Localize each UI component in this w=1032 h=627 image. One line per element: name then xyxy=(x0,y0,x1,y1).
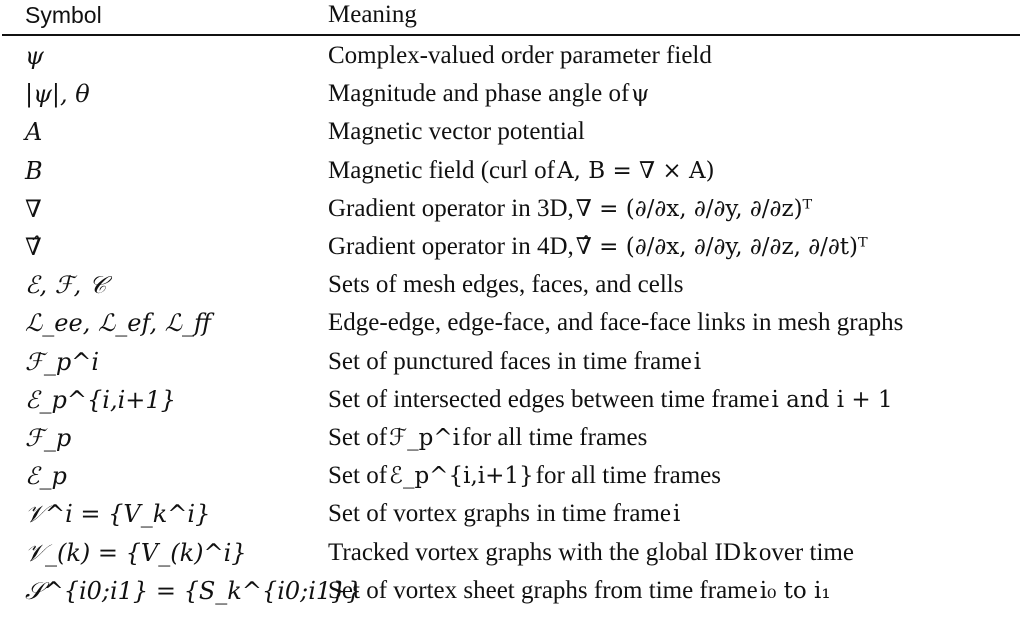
meaning-text: Gradient operator in 3D, xyxy=(328,194,574,222)
table-row: B Magnetic field (curl of A, B = ∇ × A) xyxy=(0,152,1032,190)
meaning-text: Complex-valued order parameter field xyxy=(328,42,712,69)
row-meaning: Set of vortex sheet graphs from time fra… xyxy=(328,572,833,610)
row-meaning: Sets of mesh edges, faces, and cells xyxy=(328,266,683,304)
meaning-text: Gradient operator in 4D, xyxy=(328,233,574,260)
meaning-math: ℰ_p^{i,i+1} xyxy=(389,463,534,490)
meaning-math: A, B = ∇ × A) xyxy=(557,157,715,184)
meaning-text: Sets of mesh edges, faces, and cells xyxy=(328,271,684,299)
row-symbol: 𝒱_(k) = {V_(k)^i} xyxy=(25,538,247,567)
header-meaning: Meaning xyxy=(328,1,417,28)
row-meaning: Set of ℰ_p^{i,i+1} for all time frames xyxy=(328,457,721,495)
row-symbol: ℒ_ee, ℒ_ef, ℒ_ff xyxy=(25,309,212,338)
meaning-text: Set of vortex sheet graphs from time fra… xyxy=(328,576,758,604)
row-symbol: |ψ|, θ xyxy=(25,80,90,109)
meaning-math: ℱ_p^i xyxy=(389,425,460,451)
row-meaning: Complex-valued order parameter field xyxy=(328,37,712,75)
header-symbol: Symbol xyxy=(25,2,102,28)
table-row: 𝒮^{i0;i1} = {S_k^{i0;i1}} Set of vortex s… xyxy=(0,572,1032,610)
meaning-text: Set of punctured faces in time frame xyxy=(328,347,692,375)
meaning-math: i xyxy=(672,501,681,528)
row-meaning: Tracked vortex graphs with the global ID… xyxy=(328,534,854,572)
row-symbol: ℰ_p xyxy=(25,462,67,491)
meaning-math: i₀ to i₁ xyxy=(759,577,831,604)
row-symbol: ℰ_p^{i,i+1} xyxy=(25,385,176,414)
notation-table: Symbol Meaning ψ Complex-valued order par… xyxy=(0,0,1032,627)
table-row: 𝒱^i = {V_k^i} Set of vortex graphs in tim… xyxy=(0,495,1032,533)
row-symbol: ∇̂ xyxy=(25,233,42,261)
table-row: ℰ_p^{i,i+1} Set of intersected edges betw… xyxy=(0,381,1032,419)
row-meaning: Edge-edge, edge-face, and face-face link… xyxy=(328,304,903,342)
table-row: ∇̂ Gradient operator in 4D, ∇̂ = (∂/∂x, ∂… xyxy=(0,228,1032,266)
table-header: Symbol Meaning xyxy=(0,0,1032,34)
meaning-math: ∇̂ = (∂/∂x, ∂/∂y, ∂/∂z, ∂/∂t)ᵀ xyxy=(575,234,868,260)
table-row: ℱ_p^i Set of punctured faces in time fram… xyxy=(0,343,1032,381)
meaning-tail: for all time frames xyxy=(461,424,648,451)
meaning-math: ∇ = (∂/∂x, ∂/∂y, ∂/∂z)ᵀ xyxy=(575,195,813,222)
row-meaning: Magnetic vector potential xyxy=(328,113,585,151)
row-meaning: Magnitude and phase angle of ψ xyxy=(328,75,651,113)
row-symbol: ψ xyxy=(25,42,44,70)
meaning-text: Set of xyxy=(328,462,388,490)
row-symbol: ∇ xyxy=(25,194,42,223)
row-meaning: Set of intersected edges between time fr… xyxy=(328,381,895,419)
row-meaning: Gradient operator in 3D, ∇ = (∂/∂x, ∂/∂y… xyxy=(328,190,814,228)
row-symbol: ℱ_p xyxy=(25,424,72,452)
meaning-math: ψ xyxy=(631,81,650,108)
header-rule xyxy=(2,34,1020,36)
meaning-text: Magnetic vector potential xyxy=(328,118,585,146)
meaning-text: Magnetic field (curl of xyxy=(328,156,555,184)
meaning-text: Set of intersected edges between time fr… xyxy=(328,385,770,413)
row-symbol: ℰ, ℱ, 𝒞 xyxy=(25,271,107,300)
table-row: ℰ_p Set of ℰ_p^{i,i+1} for all time frame… xyxy=(0,457,1032,495)
table-row: 𝒱_(k) = {V_(k)^i} Tracked vortex graphs w… xyxy=(0,534,1032,572)
row-meaning: Set of punctured faces in time frame i xyxy=(328,343,703,381)
table-row: ℒ_ee, ℒ_ef, ℒ_ff Edge-edge, edge-face, an… xyxy=(0,304,1032,342)
row-symbol: A xyxy=(25,118,43,147)
meaning-math: i xyxy=(693,348,702,375)
table-row: A Magnetic vector potential xyxy=(0,113,1032,151)
meaning-text: Tracked vortex graphs with the global ID xyxy=(328,538,741,566)
meaning-text: Edge-edge, edge-face, and face-face link… xyxy=(328,309,904,337)
row-symbol: 𝒱^i = {V_k^i} xyxy=(25,500,211,529)
meaning-text: Set of vortex graphs in time frame xyxy=(328,500,671,528)
meaning-math: k xyxy=(742,539,757,566)
table-row: ∇ Gradient operator in 3D, ∇ = (∂/∂x, ∂/∂… xyxy=(0,190,1032,228)
row-meaning: Set of vortex graphs in time frame i xyxy=(328,495,682,533)
row-symbol: ℱ_p^i xyxy=(25,347,100,376)
meaning-tail: over time xyxy=(758,538,854,566)
row-meaning: Gradient operator in 4D, ∇̂ = (∂/∂x, ∂/∂… xyxy=(328,228,870,266)
row-meaning: Set of ℱ_p^i for all time frames xyxy=(328,419,647,457)
meaning-math: i and i + 1 xyxy=(771,386,893,413)
table-row: ℰ, ℱ, 𝒞 Sets of mesh edges, faces, and ce… xyxy=(0,266,1032,304)
row-meaning: Magnetic field (curl of A, B = ∇ × A) xyxy=(328,152,717,190)
meaning-tail: for all time frames xyxy=(535,462,721,490)
table-row: ℱ_p Set of ℱ_p^i for all time frames xyxy=(0,419,1032,457)
row-symbol: B xyxy=(25,156,43,185)
row-symbol: 𝒮^{i0;i1} = {S_k^{i0;i1}} xyxy=(25,576,362,605)
meaning-text: Set of xyxy=(328,424,388,451)
table-row: ψ Complex-valued order parameter field xyxy=(0,37,1032,75)
meaning-text: Magnitude and phase angle of xyxy=(328,80,630,108)
table-row: |ψ|, θ Magnitude and phase angle of ψ xyxy=(0,75,1032,113)
